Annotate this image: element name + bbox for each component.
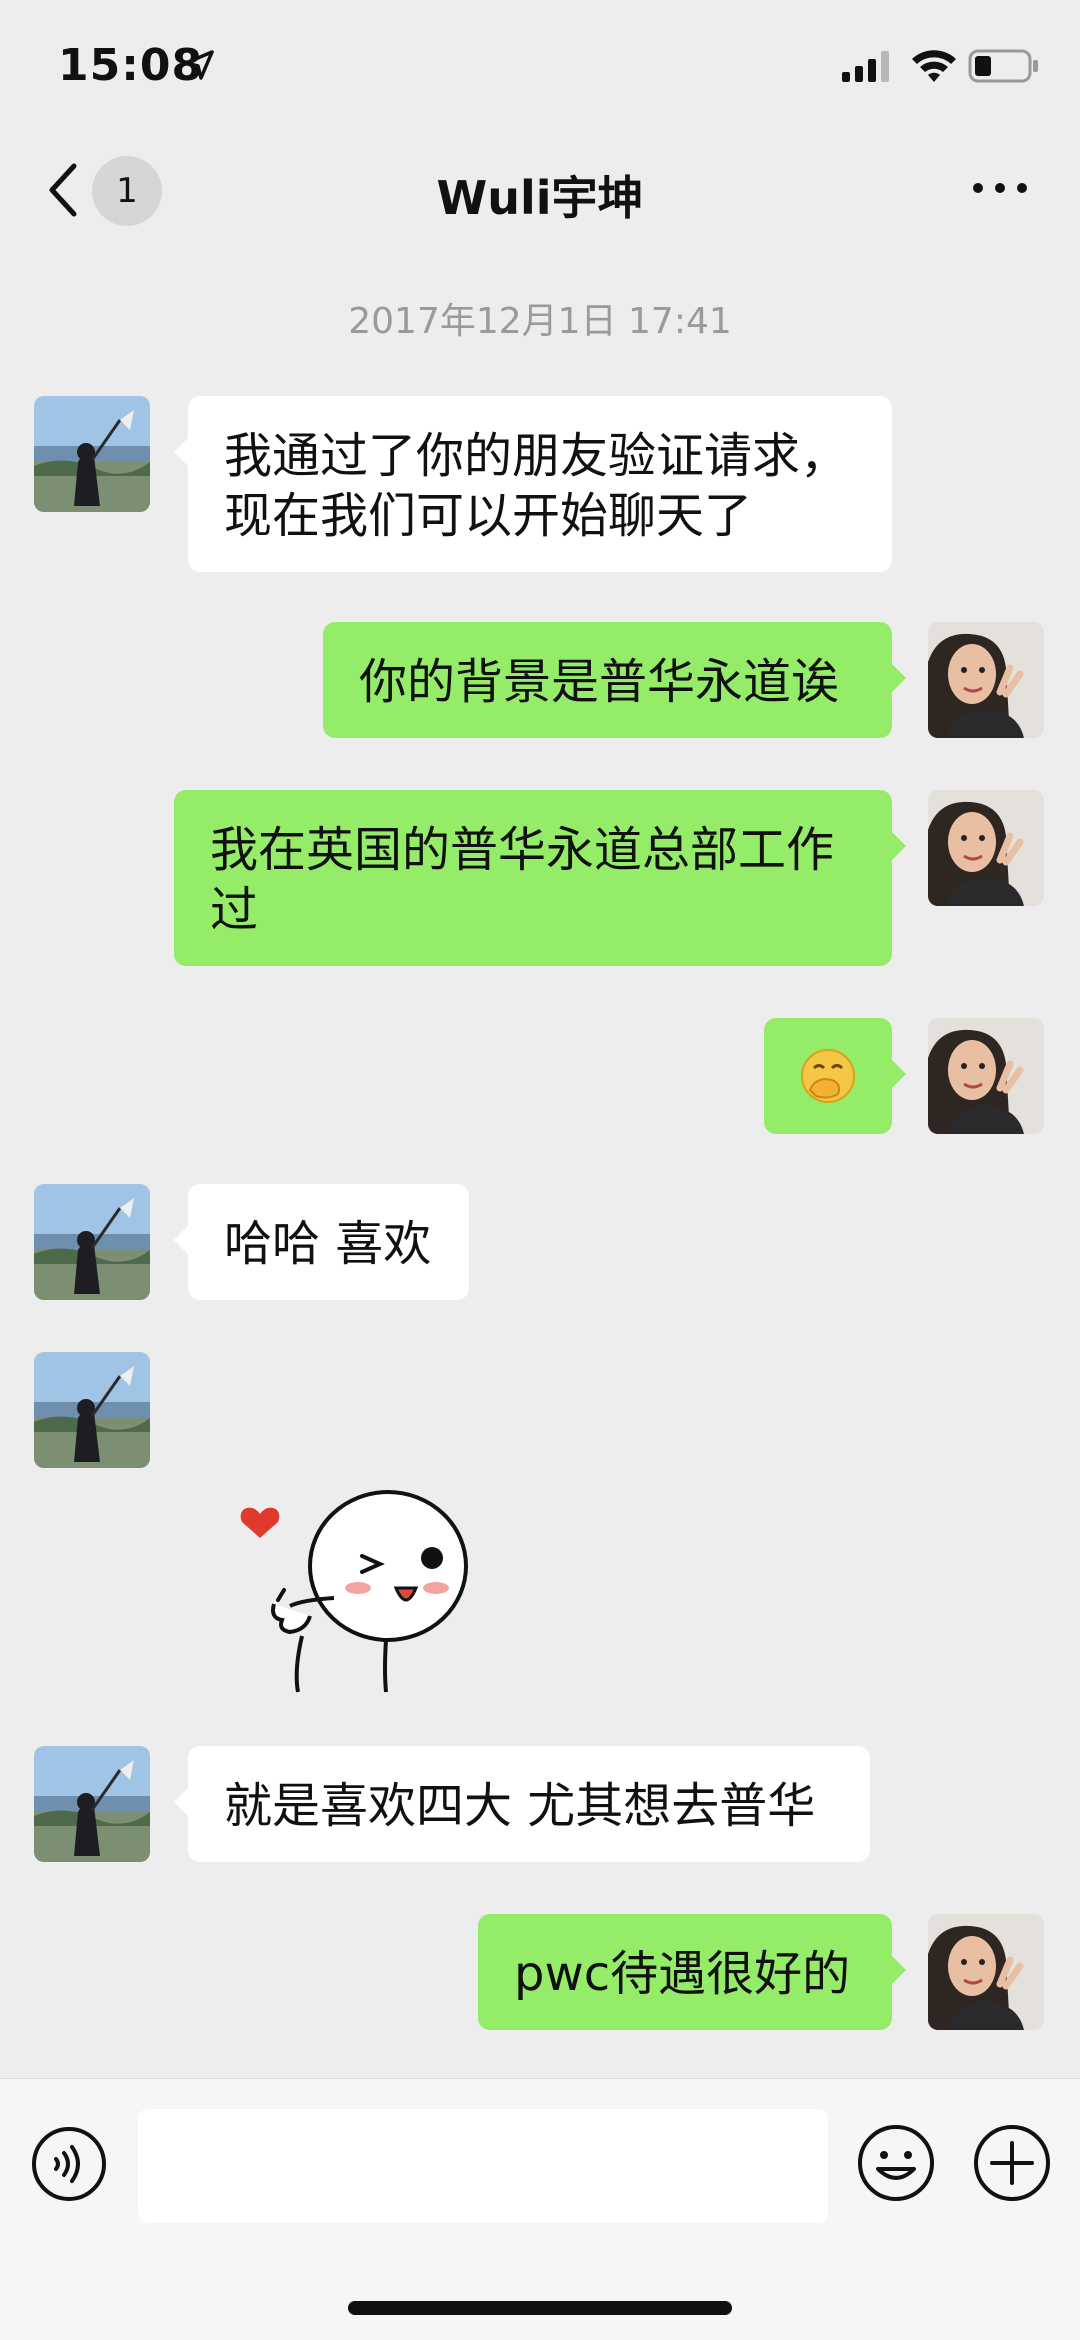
message-bubble-incoming[interactable]: 就是喜欢四大 尤其想去普华 xyxy=(174,1746,870,1862)
wink-heart-sticker[interactable] xyxy=(230,1480,470,1700)
chat-timestamp: 2017年12月1日 17:41 xyxy=(348,301,732,342)
status-bar: 15:08 xyxy=(0,0,1080,130)
message-input-bar xyxy=(0,2078,1080,2340)
contact-avatar[interactable] xyxy=(34,1352,150,1468)
message-bubble-incoming[interactable]: 哈哈 喜欢 xyxy=(174,1184,469,1300)
message-bubble-incoming[interactable]: 我通过了你的朋友验证请求，现在我们可以开始聊天了 xyxy=(174,396,892,572)
contact-avatar[interactable] xyxy=(34,396,150,512)
battery-icon xyxy=(968,49,1038,83)
my-avatar[interactable] xyxy=(928,1914,1044,2030)
message-bubble-outgoing[interactable] xyxy=(764,1018,906,1134)
contact-avatar[interactable] xyxy=(34,1184,150,1300)
wifi-icon xyxy=(912,50,956,82)
emoji-icon[interactable] xyxy=(856,2123,936,2203)
chat-header: 1 Wuli宇坤 xyxy=(0,130,1080,250)
cellular-signal-icon xyxy=(842,51,889,82)
contact-avatar[interactable] xyxy=(34,1746,150,1862)
location-arrow-icon xyxy=(184,50,214,80)
home-indicator xyxy=(348,2301,732,2315)
message-bubble-outgoing[interactable]: pwc待遇很好的 xyxy=(478,1914,906,2030)
message-bubble-outgoing[interactable]: 我在英国的普华永道总部工作过 xyxy=(174,790,906,966)
more-options-icon[interactable] xyxy=(970,168,1030,208)
face-with-hand-over-mouth-icon xyxy=(801,1049,855,1103)
my-avatar[interactable] xyxy=(928,622,1044,738)
voice-input-icon[interactable] xyxy=(30,2125,108,2203)
add-attachment-icon[interactable] xyxy=(972,2123,1052,2203)
my-avatar[interactable] xyxy=(928,790,1044,906)
chat-title: Wuli宇坤 xyxy=(436,171,644,225)
message-bubble-outgoing[interactable]: 你的背景是普华永道诶 xyxy=(323,622,906,738)
my-avatar[interactable] xyxy=(928,1018,1044,1134)
message-text-field[interactable] xyxy=(138,2109,828,2223)
